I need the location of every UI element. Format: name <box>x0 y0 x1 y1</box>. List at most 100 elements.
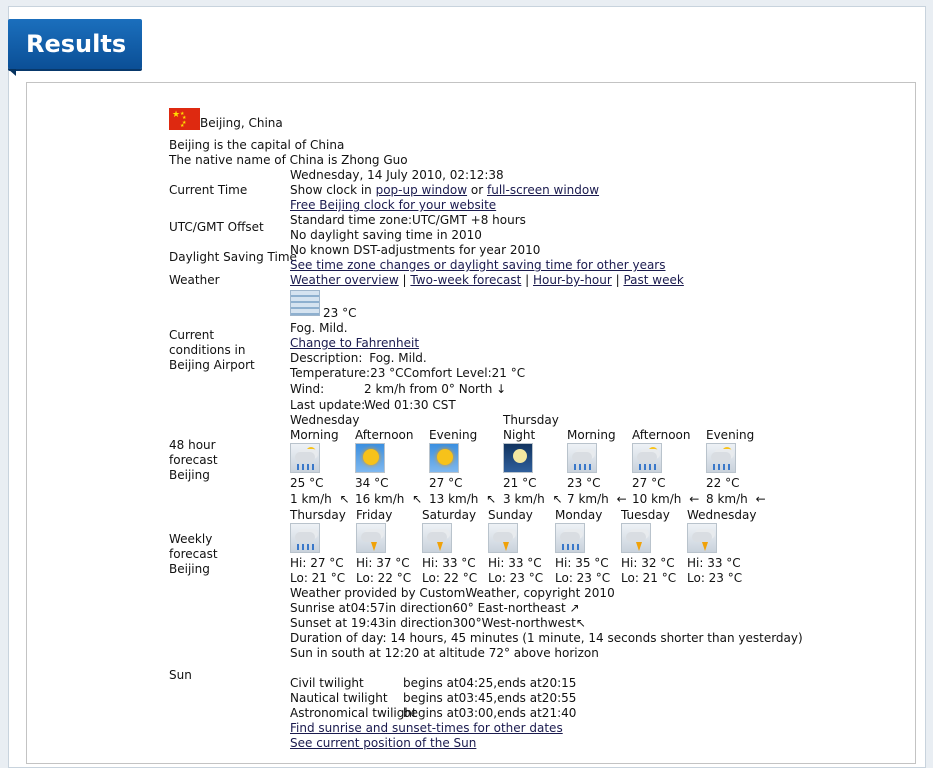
link-separator: | <box>611 273 624 287</box>
thunder-icon <box>621 523 651 556</box>
weather-provider: Weather provided by CustomWeather, copyr… <box>290 586 615 600</box>
weekly-day-low: Lo: 23 °C <box>687 571 743 585</box>
free-clock-link[interactable]: Free Beijing clock for your website <box>290 198 496 212</box>
rain-sun-icon <box>632 443 662 476</box>
sunrise-row: Sunrise at04:57in direction60° East-nort… <box>290 601 580 615</box>
forecast-period-wind-row: 7 km/h ← <box>567 492 627 506</box>
forecast-period-temp: 23 °C <box>567 476 601 490</box>
forecast-period-name: Morning <box>567 428 616 442</box>
change-fahrenheit-link[interactable]: Change to Fahrenheit <box>290 336 419 350</box>
description-label: Description: <box>290 351 363 365</box>
rain-icon <box>290 523 320 556</box>
forecast-period-wind: 8 km/h <box>706 492 748 506</box>
forecast-period-wind: 10 km/h <box>632 492 682 506</box>
sunny-icon <box>429 443 459 476</box>
show-clock-prefix: Show clock in <box>290 183 376 197</box>
weekly-day-low: Lo: 21 °C <box>290 571 346 585</box>
conditions-label-1: Current <box>169 328 215 342</box>
wind-value-row: 2 km/h from 0° North ↓ <box>364 382 506 396</box>
thunder-icon <box>422 523 452 556</box>
utc-dst-note: No daylight saving time in 2010 <box>290 228 482 242</box>
past-week-link[interactable]: Past week <box>623 273 683 287</box>
weekly-label-3: Beijing <box>169 562 210 576</box>
weather-links: Weather overview | Two-week forecast | H… <box>290 273 684 287</box>
sunny-icon <box>355 443 385 476</box>
forecast-period-wind: 13 km/h <box>429 492 479 506</box>
weekly-day-name: Sunday <box>488 508 533 522</box>
astronomical-twilight-value: begins at03:00,ends at21:40 <box>403 706 577 720</box>
weekly-day-high: Hi: 37 °C <box>356 556 410 570</box>
current-summary: Fog. Mild. <box>290 321 348 335</box>
weekly-day-name: Monday <box>555 508 603 522</box>
update-value: Wed 01:30 CST <box>364 398 456 412</box>
day-duration: Duration of day: 14 hours, 45 minutes (1… <box>290 631 803 645</box>
dst-changes-link[interactable]: See time zone changes or daylight saving… <box>290 258 666 272</box>
rain-sun-icon <box>290 443 320 476</box>
weekly-day-name: Saturday <box>422 508 477 522</box>
forecast48-label-2: forecast <box>169 453 218 467</box>
current-time-label: Current Time <box>169 183 248 197</box>
description-value: Fog. Mild. <box>369 351 427 365</box>
two-week-forecast-link[interactable]: Two-week forecast <box>410 273 521 287</box>
link-separator: | <box>398 273 411 287</box>
weekly-day-high: Hi: 35 °C <box>555 556 609 570</box>
conditions-label-2: conditions in <box>169 343 246 357</box>
forecast-period-wind-row: 13 km/h ↖ <box>429 492 496 506</box>
dst-note: No known DST-adjustments for year 2010 <box>290 243 541 257</box>
weekly-day-low: Lo: 22 °C <box>356 571 412 585</box>
thunder-icon <box>687 523 717 556</box>
utc-label: UTC/GMT Offset <box>169 220 264 234</box>
forecast-period-temp: 34 °C <box>355 476 389 490</box>
weekly-day-name: Friday <box>356 508 393 522</box>
weekly-day-high: Hi: 32 °C <box>621 556 675 570</box>
find-sunrise-link[interactable]: Find sunrise and sunset-times for other … <box>290 721 563 735</box>
forecast48-label-3: Beijing <box>169 468 210 482</box>
current-time-value: Wednesday, 14 July 2010, 02:12:38 <box>290 168 504 182</box>
sunrise-text: Sunrise at04:57in direction60° East-nort… <box>290 601 566 615</box>
thunder-icon <box>488 523 518 556</box>
forecast-period-temp: 22 °C <box>706 476 740 490</box>
china-flag-icon: ★ ★ ★ ★ ★ <box>169 108 200 130</box>
forecast-day2: Thursday <box>503 413 559 427</box>
forecast-period-wind: 3 km/h <box>503 492 545 506</box>
forecast-period-temp: 25 °C <box>290 476 324 490</box>
temperature-value: 23 °CComfort Level:21 °C <box>370 366 526 380</box>
weekly-day-high: Hi: 33 °C <box>488 556 542 570</box>
city-name: Beijing, China <box>200 116 283 130</box>
forecast-period-wind: 7 km/h <box>567 492 609 506</box>
weekly-day-low: Lo: 23 °C <box>555 571 611 585</box>
update-label: Last update: <box>290 398 366 412</box>
wind-direction-icon: ↖ <box>412 492 423 506</box>
weekly-day-name: Thursday <box>290 508 346 522</box>
forecast-period-temp: 27 °C <box>429 476 463 490</box>
wind-direction-icon: ↖ <box>486 492 497 506</box>
sun-position-link[interactable]: See current position of the Sun <box>290 736 476 750</box>
forecast-period-temp: 27 °C <box>632 476 666 490</box>
native-name-note: The native name of China is Zhong Guo <box>169 153 408 167</box>
fog-icon <box>290 290 320 319</box>
weekly-day-name: Wednesday <box>687 508 757 522</box>
weather-label: Weather <box>169 273 220 287</box>
location-header: ★ ★ ★ ★ ★ Beijing, China <box>169 108 283 130</box>
weekly-label-2: forecast <box>169 547 218 561</box>
civil-twilight-value: begins at04:25,ends at20:15 <box>403 676 577 690</box>
forecast-period-name: Night <box>503 428 536 442</box>
popup-window-link[interactable]: pop-up window <box>376 183 467 197</box>
wind-direction-icon: ← <box>689 492 700 506</box>
forecast-period-wind: 16 km/h <box>355 492 405 506</box>
show-clock-line: Show clock in pop-up window or full-scre… <box>290 183 599 197</box>
weekly-day-low: Lo: 21 °C <box>621 571 677 585</box>
temperature-row: Temperature:23 °CComfort Level:21 °C <box>290 366 525 380</box>
nautical-twilight-value: begins at03:45,ends at20:55 <box>403 691 577 705</box>
conditions-label-3: Beijing Airport <box>169 358 255 372</box>
fullscreen-window-link[interactable]: full-screen window <box>487 183 599 197</box>
forecast-period-wind-row: 1 km/h ↖ <box>290 492 350 506</box>
thunder-icon <box>356 523 386 556</box>
utc-standard: Standard time zone:UTC/GMT +8 hours <box>290 213 526 227</box>
forecast-period-wind-row: 16 km/h ↖ <box>355 492 422 506</box>
nautical-twilight-label: Nautical twilight <box>290 691 388 705</box>
wind-direction-icon: ← <box>755 492 766 506</box>
hour-by-hour-link[interactable]: Hour-by-hour <box>533 273 612 287</box>
weather-overview-link[interactable]: Weather overview <box>290 273 399 287</box>
weekly-day-name: Tuesday <box>621 508 670 522</box>
